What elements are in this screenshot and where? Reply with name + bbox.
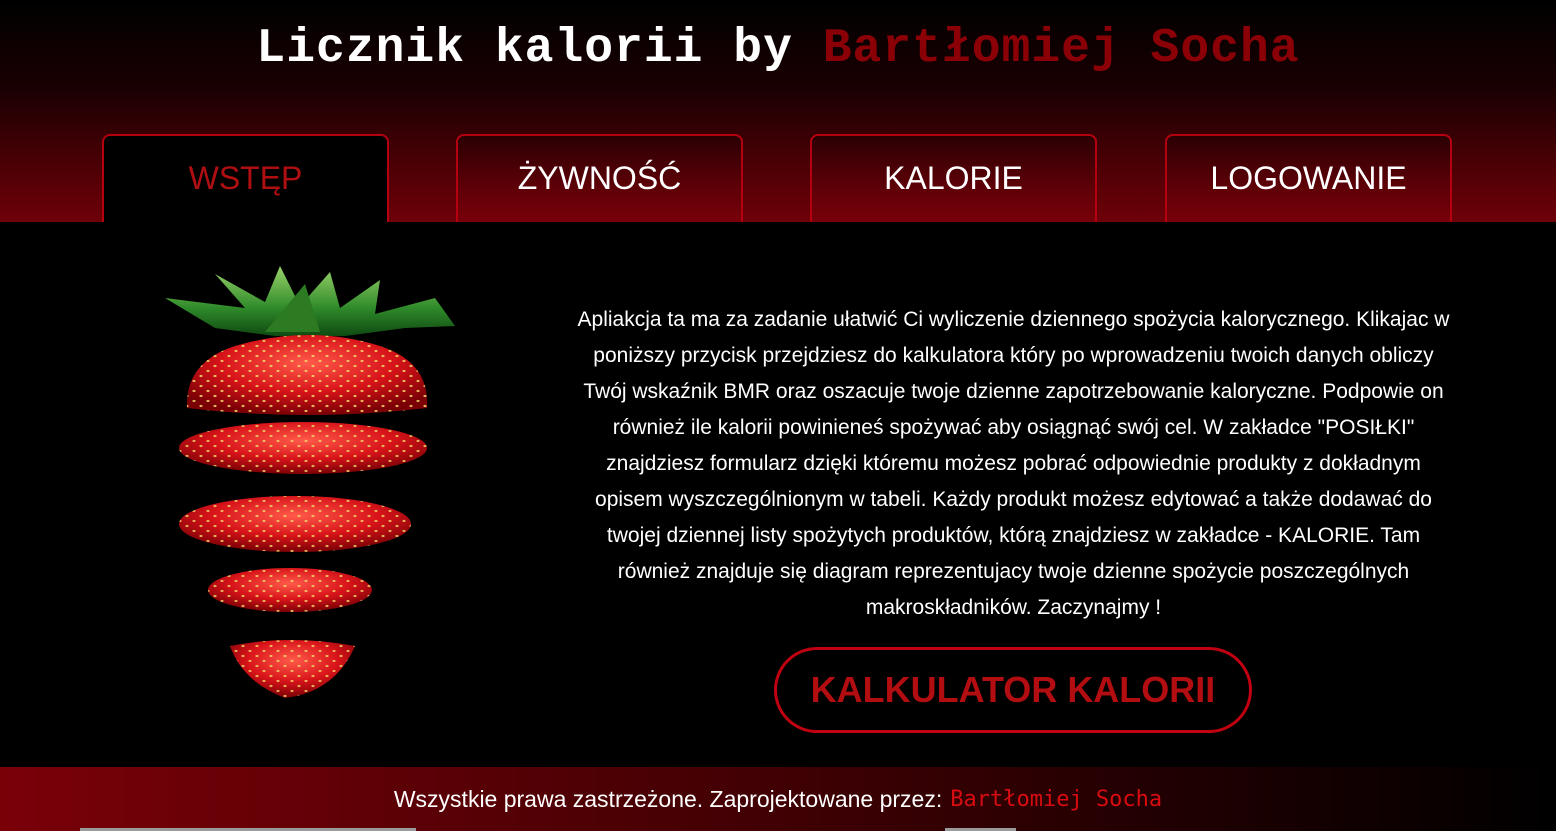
footer-author-link[interactable]: Bartłomiej Socha xyxy=(950,787,1162,812)
main-content: Apliakcja ta ma za zadanie ułatwić Ci wy… xyxy=(0,222,1556,767)
tab-kalorie[interactable]: KALORIE xyxy=(810,134,1097,222)
tab-zywnosc[interactable]: ŻYWNOŚĆ xyxy=(456,134,743,222)
site-header: Licznik kalorii by Bartłomiej Socha WSTĘ… xyxy=(0,0,1556,222)
main-nav: WSTĘP ŻYWNOŚĆ KALORIE LOGOWANIE xyxy=(0,134,1556,222)
calorie-calculator-button[interactable]: KALKULATOR KALORII xyxy=(774,647,1252,733)
page: Licznik kalorii by Bartłomiej Socha WSTĘ… xyxy=(0,0,1556,831)
sliced-strawberry-image xyxy=(165,266,455,698)
tab-logowanie[interactable]: LOGOWANIE xyxy=(1165,134,1452,222)
footer-copyright-text: Wszystkie prawa zastrzeżone. Zaprojektow… xyxy=(393,785,943,812)
site-title: Licznik kalorii by Bartłomiej Socha xyxy=(0,20,1556,78)
site-title-author: Bartłomiej Socha xyxy=(822,22,1300,76)
site-footer: Wszystkie prawa zastrzeżone. Zaprojektow… xyxy=(0,767,1556,831)
tab-wstep[interactable]: WSTĘP xyxy=(102,134,389,222)
site-title-text: Licznik kalorii by xyxy=(256,22,793,76)
intro-text: Apliakcja ta ma za zadanie ułatwić Ci wy… xyxy=(577,308,1450,619)
